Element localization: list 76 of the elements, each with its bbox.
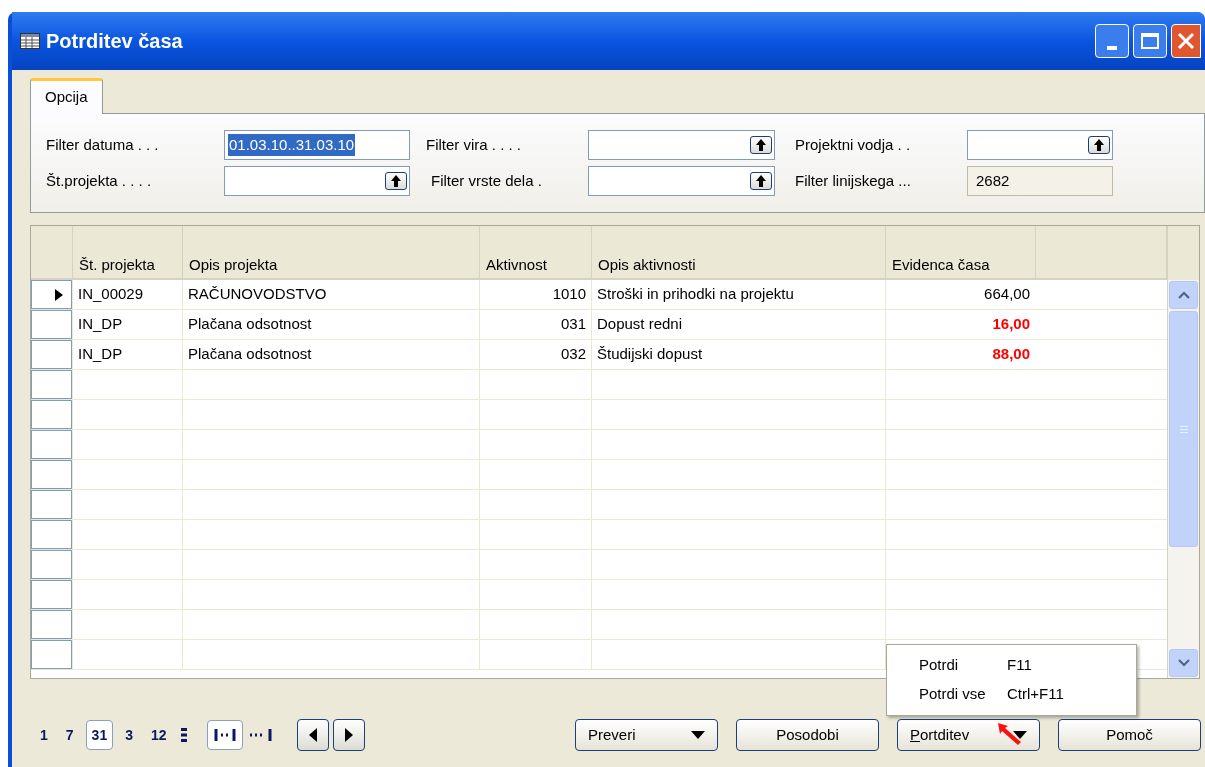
filter-field[interactable]	[588, 130, 775, 160]
column-header[interactable]: Opis aktivnosti	[598, 255, 696, 275]
table-cell-text: 664,00	[984, 284, 1030, 305]
triangle-right-icon	[344, 728, 353, 742]
filter-field[interactable]	[224, 166, 410, 196]
range-icon	[213, 728, 236, 742]
tab[interactable]: Opcija	[30, 78, 103, 114]
lookup-button[interactable]	[750, 136, 772, 154]
filter-field[interactable]	[967, 130, 1113, 160]
table-cell-text: Plačana odsotnost	[188, 344, 312, 365]
minimize-button[interactable]	[1095, 24, 1129, 58]
previous-button[interactable]	[296, 719, 329, 751]
maximize-button[interactable]	[1133, 24, 1167, 58]
chevron-down-icon	[1177, 659, 1190, 667]
action-button[interactable]: Posodobi	[736, 719, 879, 751]
filter-field[interactable]: 01.03.10..31.03.10	[224, 130, 410, 160]
table-cell-text: Stroški in prihodki na projektu	[597, 284, 794, 305]
column-header[interactable]: Opis projekta	[189, 255, 278, 275]
scroll-down-button[interactable]	[1169, 649, 1198, 677]
arrow-up-icon	[756, 139, 766, 151]
field-label: Filter vrste dela .	[430, 170, 543, 191]
close-button[interactable]	[1171, 24, 1201, 58]
period-button[interactable]: 31	[85, 720, 114, 750]
current-row-icon	[55, 288, 63, 301]
table-cell-text: 16,00	[992, 314, 1030, 335]
field-label: Filter datuma . . .	[46, 134, 160, 155]
scroll-thumb[interactable]	[1169, 311, 1198, 547]
scroll-up-button[interactable]	[1169, 281, 1198, 309]
menu-item[interactable]: Potrdi vse Ctrl+F11	[887, 680, 1136, 709]
scrollbar[interactable]	[1168, 280, 1199, 678]
window-title: Potrditev časa	[46, 29, 183, 54]
grip-icon	[1179, 425, 1188, 433]
action-button[interactable]: Pomoč	[1058, 719, 1201, 751]
field-label: Filter linijskega ...	[795, 170, 912, 191]
action-button[interactable]: Portditev	[897, 719, 1040, 751]
table-cell-text: 032	[560, 344, 586, 365]
table-cell-text: IN_00029	[78, 284, 144, 305]
next-button[interactable]	[332, 719, 365, 751]
period-range-button[interactable]	[206, 720, 243, 750]
period-end-icon[interactable]	[248, 728, 273, 742]
action-button[interactable]: Preveri	[575, 719, 718, 751]
field-label: Št.projekta . . . .	[46, 170, 153, 191]
menu-item[interactable]: Potrdi F11	[887, 651, 1136, 680]
table-cell-text: IN_DP	[78, 314, 123, 335]
column-header[interactable]: Aktivnost	[486, 255, 547, 275]
field-label: Projektni vodja . .	[795, 134, 912, 155]
row-selector[interactable]	[31, 280, 72, 309]
table-cell-text: 88,00	[992, 344, 1030, 365]
mouse-cursor-icon	[997, 722, 1023, 746]
lookup-button[interactable]	[385, 172, 407, 190]
lookup-button[interactable]	[750, 172, 772, 190]
lookup-button[interactable]	[1088, 136, 1110, 154]
period-button[interactable]: 1	[34, 720, 54, 750]
table-cell-text: Plačana odsotnost	[188, 314, 312, 335]
period-list-icon[interactable]	[180, 728, 187, 742]
arrow-up-icon	[391, 175, 401, 187]
period-button[interactable]: 12	[144, 720, 173, 750]
period-button[interactable]: 7	[59, 720, 80, 750]
table-cell-text: 1010	[552, 284, 586, 305]
table-cell-text: Dopust redni	[597, 314, 683, 335]
arrow-up-icon	[756, 175, 766, 187]
table-cell-text: IN_DP	[78, 344, 123, 365]
column-header[interactable]: Evidenca časa	[892, 255, 990, 275]
table-icon	[20, 33, 40, 49]
close-icon	[1177, 32, 1195, 50]
period-button[interactable]: 3	[119, 720, 139, 750]
triangle-left-icon	[308, 728, 317, 742]
column-header[interactable]: Št. projekta	[79, 255, 155, 275]
filter-field[interactable]: 2682	[967, 166, 1113, 196]
table-cell-text: RAČUNOVODSTVO	[188, 284, 327, 305]
field-label: Filter vira . . . .	[426, 134, 522, 155]
arrow-up-icon	[1094, 139, 1104, 151]
filter-field[interactable]	[588, 166, 775, 196]
table-cell-text: 031	[560, 314, 586, 335]
chevron-up-icon	[1177, 291, 1190, 299]
table-cell-text: Študijski dopust	[597, 344, 703, 365]
